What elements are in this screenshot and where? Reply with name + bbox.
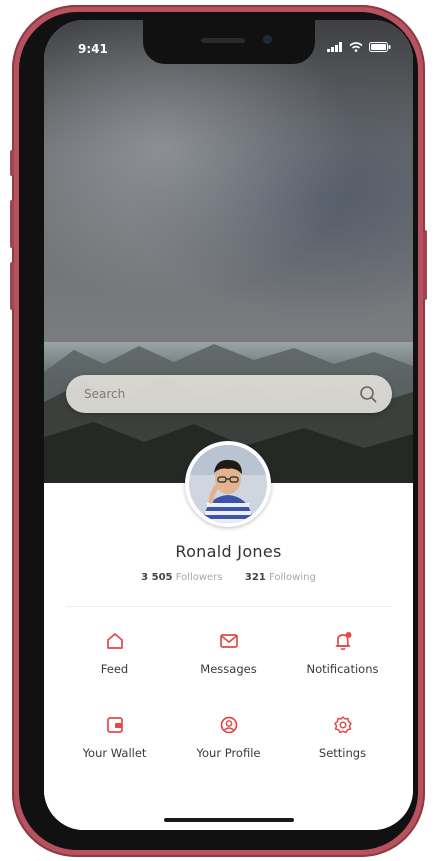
menu-label-wallet: Your Wallet	[82, 746, 147, 760]
followers-label[interactable]: Followers	[176, 572, 223, 583]
status-time: 9:41	[78, 42, 108, 56]
side-button-power	[423, 230, 427, 300]
cover-image	[44, 20, 413, 505]
menu-label-feed: Feed	[100, 662, 129, 676]
phone-screen: 9:41 Search Ronald Jones 3 505 Followers…	[44, 20, 413, 830]
menu-item-settings[interactable]: Settings	[286, 714, 399, 780]
menu-label-notifications: Notifications	[306, 662, 379, 676]
cover-blurred-cityscape	[44, 20, 413, 342]
menu-label-settings: Settings	[318, 746, 367, 760]
menu-item-messages[interactable]: Messages	[172, 630, 285, 696]
avatar-photo	[189, 445, 267, 523]
signal-icon	[327, 42, 342, 52]
status-icons	[327, 42, 391, 52]
following-label[interactable]: Following	[269, 572, 316, 583]
side-button-mute	[10, 150, 14, 176]
menu-item-wallet[interactable]: Your Wallet	[58, 714, 171, 780]
menu-label-messages: Messages	[200, 662, 257, 676]
gear-icon	[334, 716, 352, 734]
bell-icon	[335, 632, 352, 650]
side-button-volume-down	[10, 262, 14, 310]
followers-count: 3 505	[141, 572, 173, 583]
divider	[66, 606, 391, 607]
battery-icon	[369, 42, 391, 52]
avatar[interactable]	[185, 441, 271, 527]
search-bar[interactable]	[66, 375, 392, 413]
wallet-icon	[107, 717, 123, 733]
side-button-volume-up	[10, 200, 14, 248]
menu-grid: Feed Messages Notifications Your Wallet …	[58, 630, 399, 780]
profile-stats: 3 505 Followers 321 Following	[44, 572, 413, 583]
user-icon	[220, 716, 238, 734]
person-portrait-icon	[189, 445, 267, 523]
menu-label-profile: Your Profile	[196, 746, 261, 760]
profile-name: Ronald Jones	[175, 542, 282, 561]
search-input[interactable]	[84, 375, 344, 413]
search-icon[interactable]	[358, 384, 378, 404]
home-indicator[interactable]	[164, 818, 294, 822]
wifi-icon	[349, 42, 363, 52]
mail-icon	[220, 634, 238, 648]
menu-item-notifications[interactable]: Notifications	[286, 630, 399, 696]
home-icon	[107, 633, 123, 649]
menu-item-profile[interactable]: Your Profile	[172, 714, 285, 780]
menu-item-feed[interactable]: Feed	[58, 630, 171, 696]
status-bar: 9:41	[44, 20, 413, 64]
following-count: 321	[244, 572, 266, 583]
